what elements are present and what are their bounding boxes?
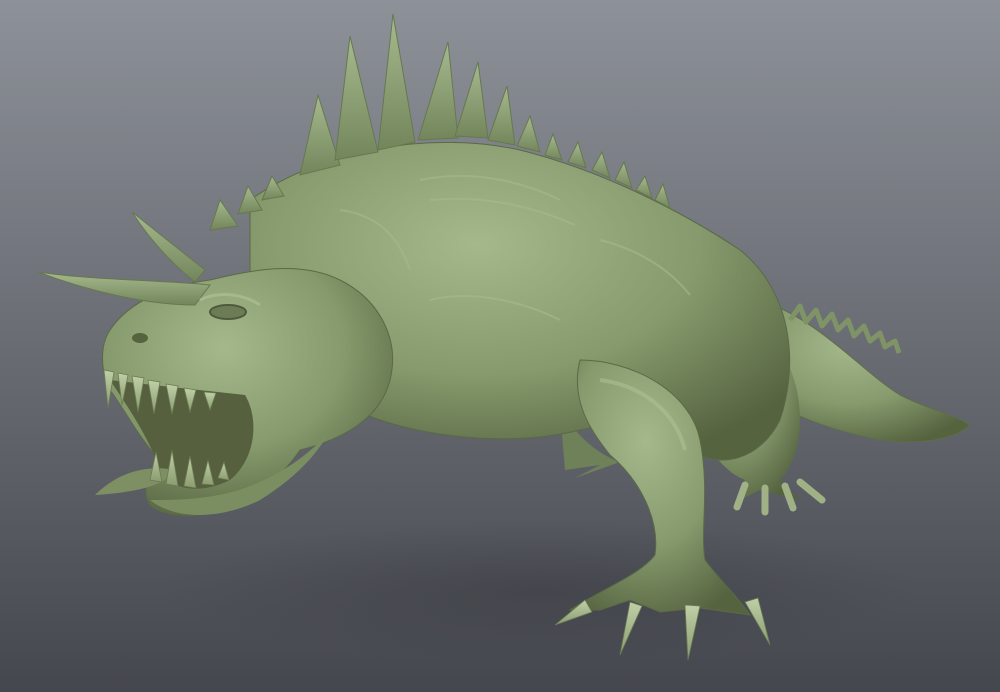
nostril: [132, 333, 148, 343]
sculpt-render: [0, 0, 1000, 692]
render-viewport: [0, 0, 1000, 692]
eye: [209, 304, 247, 320]
ground-shadow: [160, 520, 920, 660]
